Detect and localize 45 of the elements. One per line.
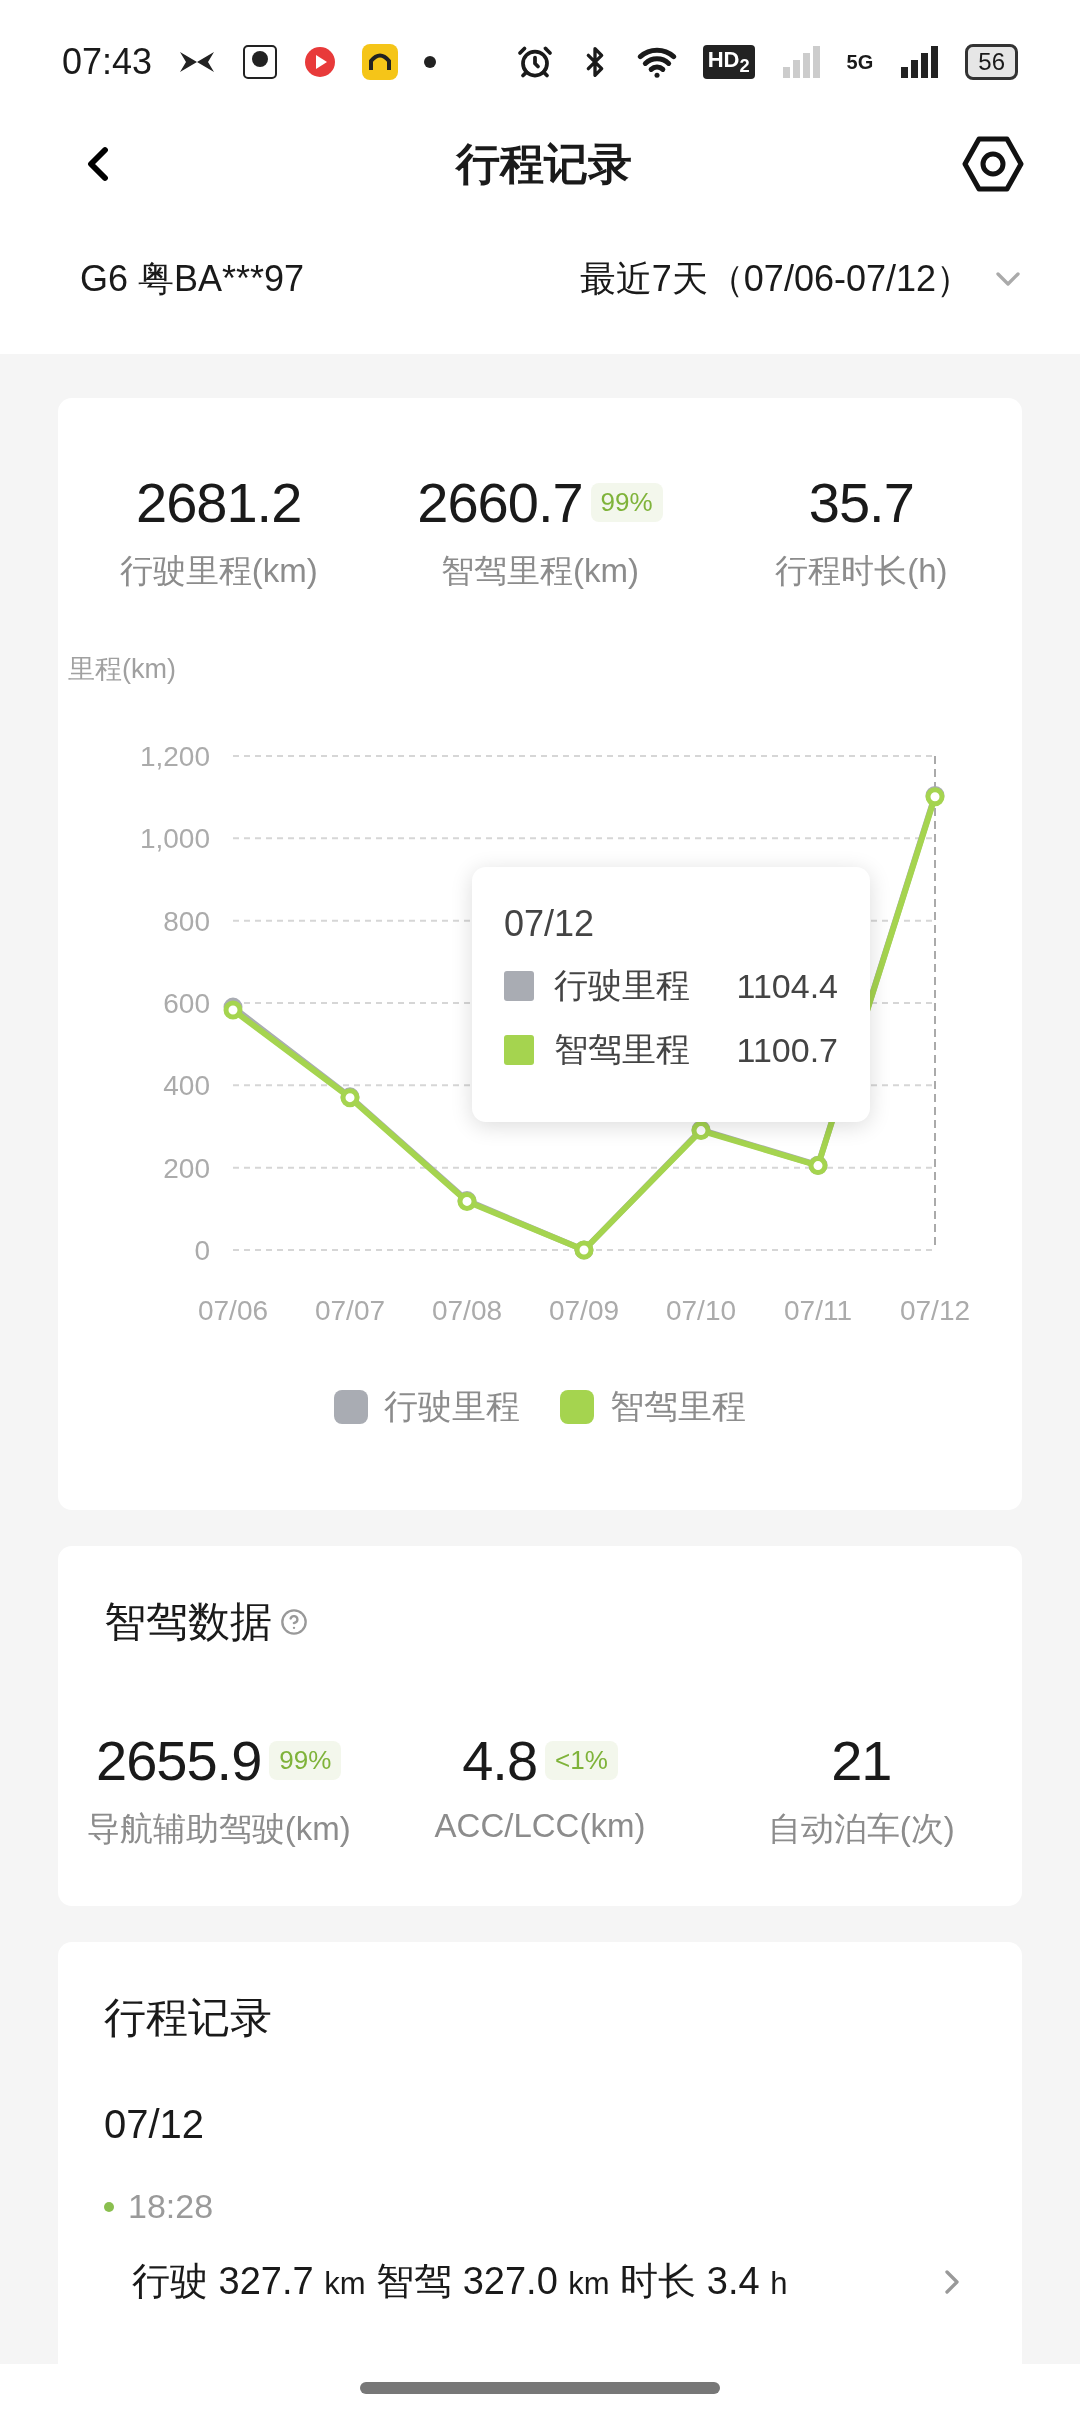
stat-label: 行驶里程(km): [119, 551, 318, 591]
stat-label: 行程时长(h): [775, 551, 948, 591]
stat-label: 导航辅助驾驶(km): [86, 1809, 351, 1849]
axis-title: 里程(km): [68, 654, 176, 684]
trip-date: 07/12: [103, 2101, 206, 2147]
stat-value: 2660.7: [417, 470, 583, 535]
stat-label: ACC/LCC(km): [434, 1807, 646, 1845]
clock: 07:43: [62, 41, 153, 83]
stat-label: 智驾里程(km): [441, 551, 639, 591]
tooltip-value: 1100.7: [736, 1030, 838, 1070]
x-tick: 07/09: [548, 1295, 620, 1326]
x-tick: 07/11: [784, 1295, 852, 1326]
percent-badge: <1%: [545, 1741, 618, 1780]
percent-badge: 99%: [590, 483, 663, 522]
battery-level: 56: [965, 44, 1018, 80]
stat-value: 21: [831, 1728, 892, 1793]
card-title: 行程记录: [104, 1993, 272, 2043]
page-title: 行程记录: [456, 137, 632, 190]
card-title: 智驾数据: [104, 1597, 272, 1647]
stat-value: 2681.2: [136, 470, 302, 535]
stat-value: 35.7: [808, 470, 914, 535]
y-tick: 1,200: [139, 741, 210, 772]
stat-value: 4.8: [462, 1728, 538, 1793]
stat-label: 自动泊车(次): [767, 1809, 955, 1849]
tooltip-value: 1104.4: [736, 966, 838, 1006]
y-tick: 200: [163, 1152, 210, 1184]
tooltip-label: 行驶里程: [554, 965, 690, 1006]
x-tick: 07/12: [899, 1295, 971, 1326]
y-tick: 800: [163, 905, 210, 937]
x-tick: 07/07: [314, 1295, 386, 1326]
x-tick: 07/06: [197, 1295, 269, 1326]
tooltip-date: 07/12: [504, 903, 596, 945]
network-type: 5G: [846, 50, 874, 74]
stat-value: 2655.9: [96, 1728, 262, 1793]
y-tick: 600: [163, 988, 210, 1019]
tooltip-label: 智驾里程: [554, 1029, 690, 1070]
x-tick: 07/10: [665, 1295, 737, 1326]
y-tick: 0: [194, 1235, 210, 1266]
trip-time: 18:28: [128, 2187, 214, 2226]
x-tick: 07/08: [431, 1295, 503, 1326]
y-tick: 1,000: [139, 823, 210, 855]
percent-badge: 99%: [269, 1741, 342, 1780]
y-tick: 400: [163, 1070, 210, 1102]
hd-badge: HD$_{2}$: [702, 44, 755, 80]
vehicle-name: G6 粤BA***97: [80, 256, 305, 301]
